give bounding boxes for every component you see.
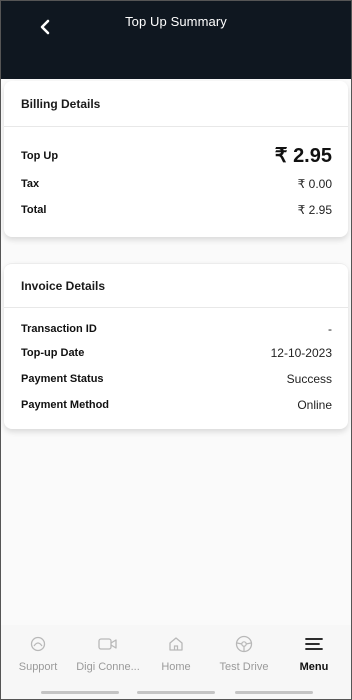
billing-value: ₹ 0.00 (297, 177, 332, 191)
invoice-details-card: Invoice Details Transaction ID - Top-up … (4, 263, 348, 429)
invoice-row-transaction-id: Transaction ID - (21, 322, 332, 336)
invoice-label: Transaction ID (21, 323, 97, 335)
home-icon (141, 633, 211, 655)
invoice-row-payment-method: Payment Method Online (21, 398, 332, 412)
bottom-navigation: Support Digi Conne... Home Test Drive Me… (1, 625, 351, 699)
invoice-details-title: Invoice Details (4, 264, 348, 308)
nav-label: Test Drive (219, 661, 269, 673)
gesture-bar-segment (41, 691, 119, 694)
page-title: Top Up Summary (125, 14, 227, 29)
nav-label: Digi Conne... (76, 661, 140, 673)
nav-label: Support (18, 661, 58, 673)
nav-item-menu[interactable]: Menu (279, 633, 349, 673)
invoice-label: Top-up Date (21, 347, 85, 359)
invoice-row-top-up-date: Top-up Date 12-10-2023 (21, 346, 332, 360)
gesture-bar-segment (235, 691, 313, 694)
video-icon (73, 633, 143, 655)
app-screen: Top Up Summary Billing Details Top Up ₹ … (0, 0, 352, 700)
invoice-label: Payment Method (21, 399, 110, 411)
invoice-value: - (328, 322, 332, 336)
invoice-value: 12-10-2023 (270, 346, 332, 360)
nav-label: Menu (299, 661, 329, 673)
billing-details-card: Billing Details Top Up ₹ 2.95 Tax ₹ 0.00… (4, 81, 348, 237)
billing-row-top-up: Top Up ₹ 2.95 (21, 143, 332, 168)
nav-item-support[interactable]: Support (3, 633, 73, 673)
gesture-bar-segment (137, 691, 215, 694)
top-app-bar: Top Up Summary (1, 1, 351, 79)
nav-item-test-drive[interactable]: Test Drive (209, 633, 279, 673)
invoice-row-payment-status: Payment Status Success (21, 372, 332, 386)
nav-label: Home (161, 661, 191, 673)
billing-row-tax: Tax ₹ 0.00 (21, 177, 332, 191)
billing-label: Total (21, 204, 47, 216)
billing-value: ₹ 2.95 (274, 145, 332, 167)
invoice-value: Online (297, 398, 332, 412)
billing-label: Tax (21, 178, 40, 190)
billing-label: Top Up (21, 149, 59, 162)
steering-wheel-icon (209, 633, 279, 655)
billing-row-total: Total ₹ 2.95 (21, 203, 332, 217)
billing-details-title: Billing Details (4, 81, 348, 127)
invoice-label: Payment Status (21, 373, 104, 385)
support-icon (3, 633, 73, 655)
menu-icon (279, 633, 349, 655)
nav-item-home[interactable]: Home (141, 633, 211, 673)
billing-value: ₹ 2.95 (297, 203, 332, 217)
invoice-value: Success (286, 372, 332, 386)
nav-item-digi-connect[interactable]: Digi Conne... (73, 633, 143, 673)
